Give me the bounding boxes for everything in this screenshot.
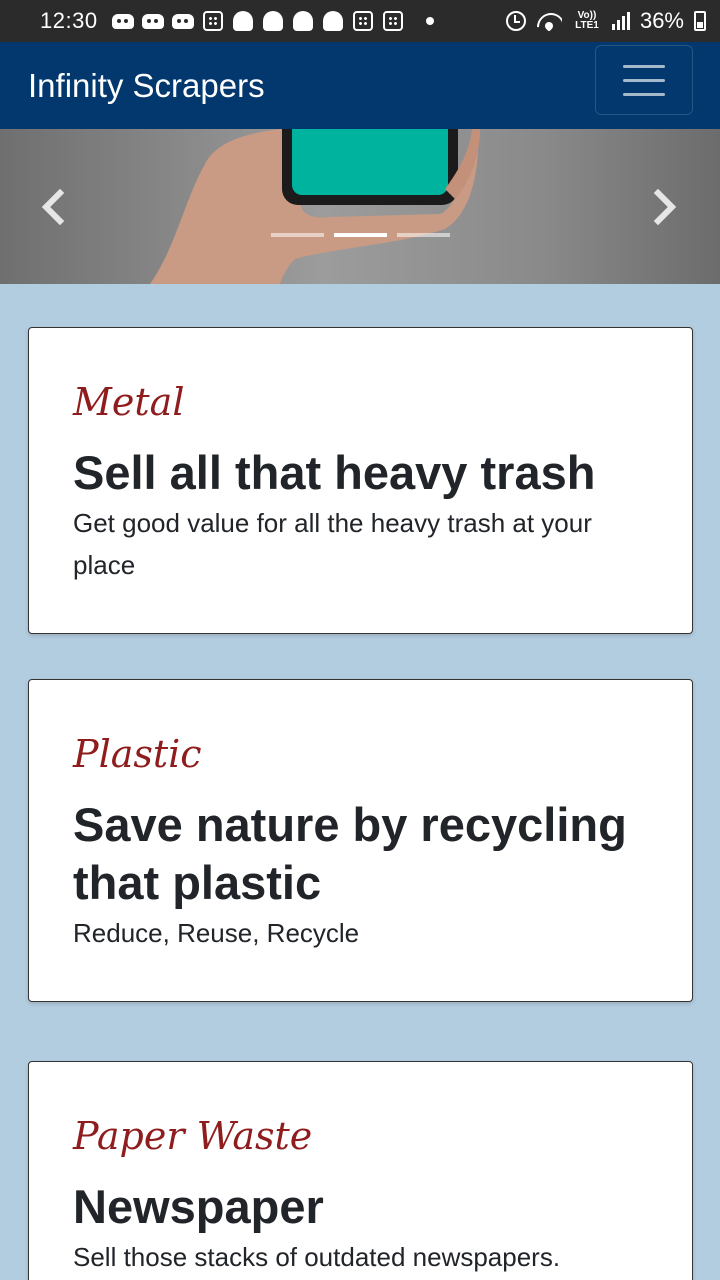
signal-icon [611,12,630,30]
card-text: Get good value for all the heavy trash a… [73,508,592,580]
menu-toggle-button[interactable] [595,45,693,115]
card-paper-waste: Paper Waste Newspaper Sell those stacks … [28,1061,693,1280]
carousel-prev-button[interactable] [38,187,68,227]
navbar: Infinity Scrapers [0,42,720,129]
lte-label: Vo)) LTE1 [575,10,599,31]
calculator-icon [202,11,224,31]
carousel-indicator-3[interactable] [396,233,450,237]
alarm-icon [505,11,526,31]
chevron-left-icon [41,189,65,225]
more-notifications-dot-icon [425,17,434,25]
hamburger-icon [623,64,665,68]
card-title: Newspaper [73,1180,324,1233]
battery-icon [694,11,706,31]
wifi-icon [536,11,562,31]
card-text: Sell those stacks of outdated newspapers… [73,1242,561,1272]
chevron-right-icon [653,189,677,225]
gamepad-icon [141,12,164,30]
card-title: Save nature by recycling that plastic [73,798,627,909]
status-bar: 12:30 Vo)) LTE1 36% [0,0,720,42]
status-right: Vo)) LTE1 36% [505,8,706,34]
card-title: Sell all that heavy trash [73,446,596,499]
carousel-indicators [0,233,720,237]
carousel-indicator-2[interactable] [333,233,387,237]
navbar-brand[interactable]: Infinity Scrapers [28,67,265,105]
gamepad-icon [171,12,194,30]
card-metal: Metal Sell all that heavy trash Get good… [28,327,693,634]
snapchat-icon [232,11,254,31]
phone-screen [292,129,448,195]
image-carousel [0,129,720,284]
carousel-next-button[interactable] [650,187,680,227]
card-text: Reduce, Reuse, Recycle [73,918,360,948]
card-plastic: Plastic Save nature by recycling that pl… [28,679,693,1002]
snapchat-icon [322,11,344,31]
gamepad-icon [111,12,134,30]
card-kicker: Paper Waste [73,1114,313,1158]
carousel-indicator-1[interactable] [270,233,324,237]
notification-icons [111,11,448,31]
snapchat-icon [262,11,284,31]
calculator-icon [352,11,374,31]
card-kicker: Metal [73,380,185,424]
battery-percent: 36% [639,8,684,33]
calculator-icon [382,11,404,31]
status-time: 12:30 [40,8,98,33]
snapchat-icon [292,11,314,31]
carousel-slide-image [0,129,720,284]
card-kicker: Plastic [73,732,202,776]
